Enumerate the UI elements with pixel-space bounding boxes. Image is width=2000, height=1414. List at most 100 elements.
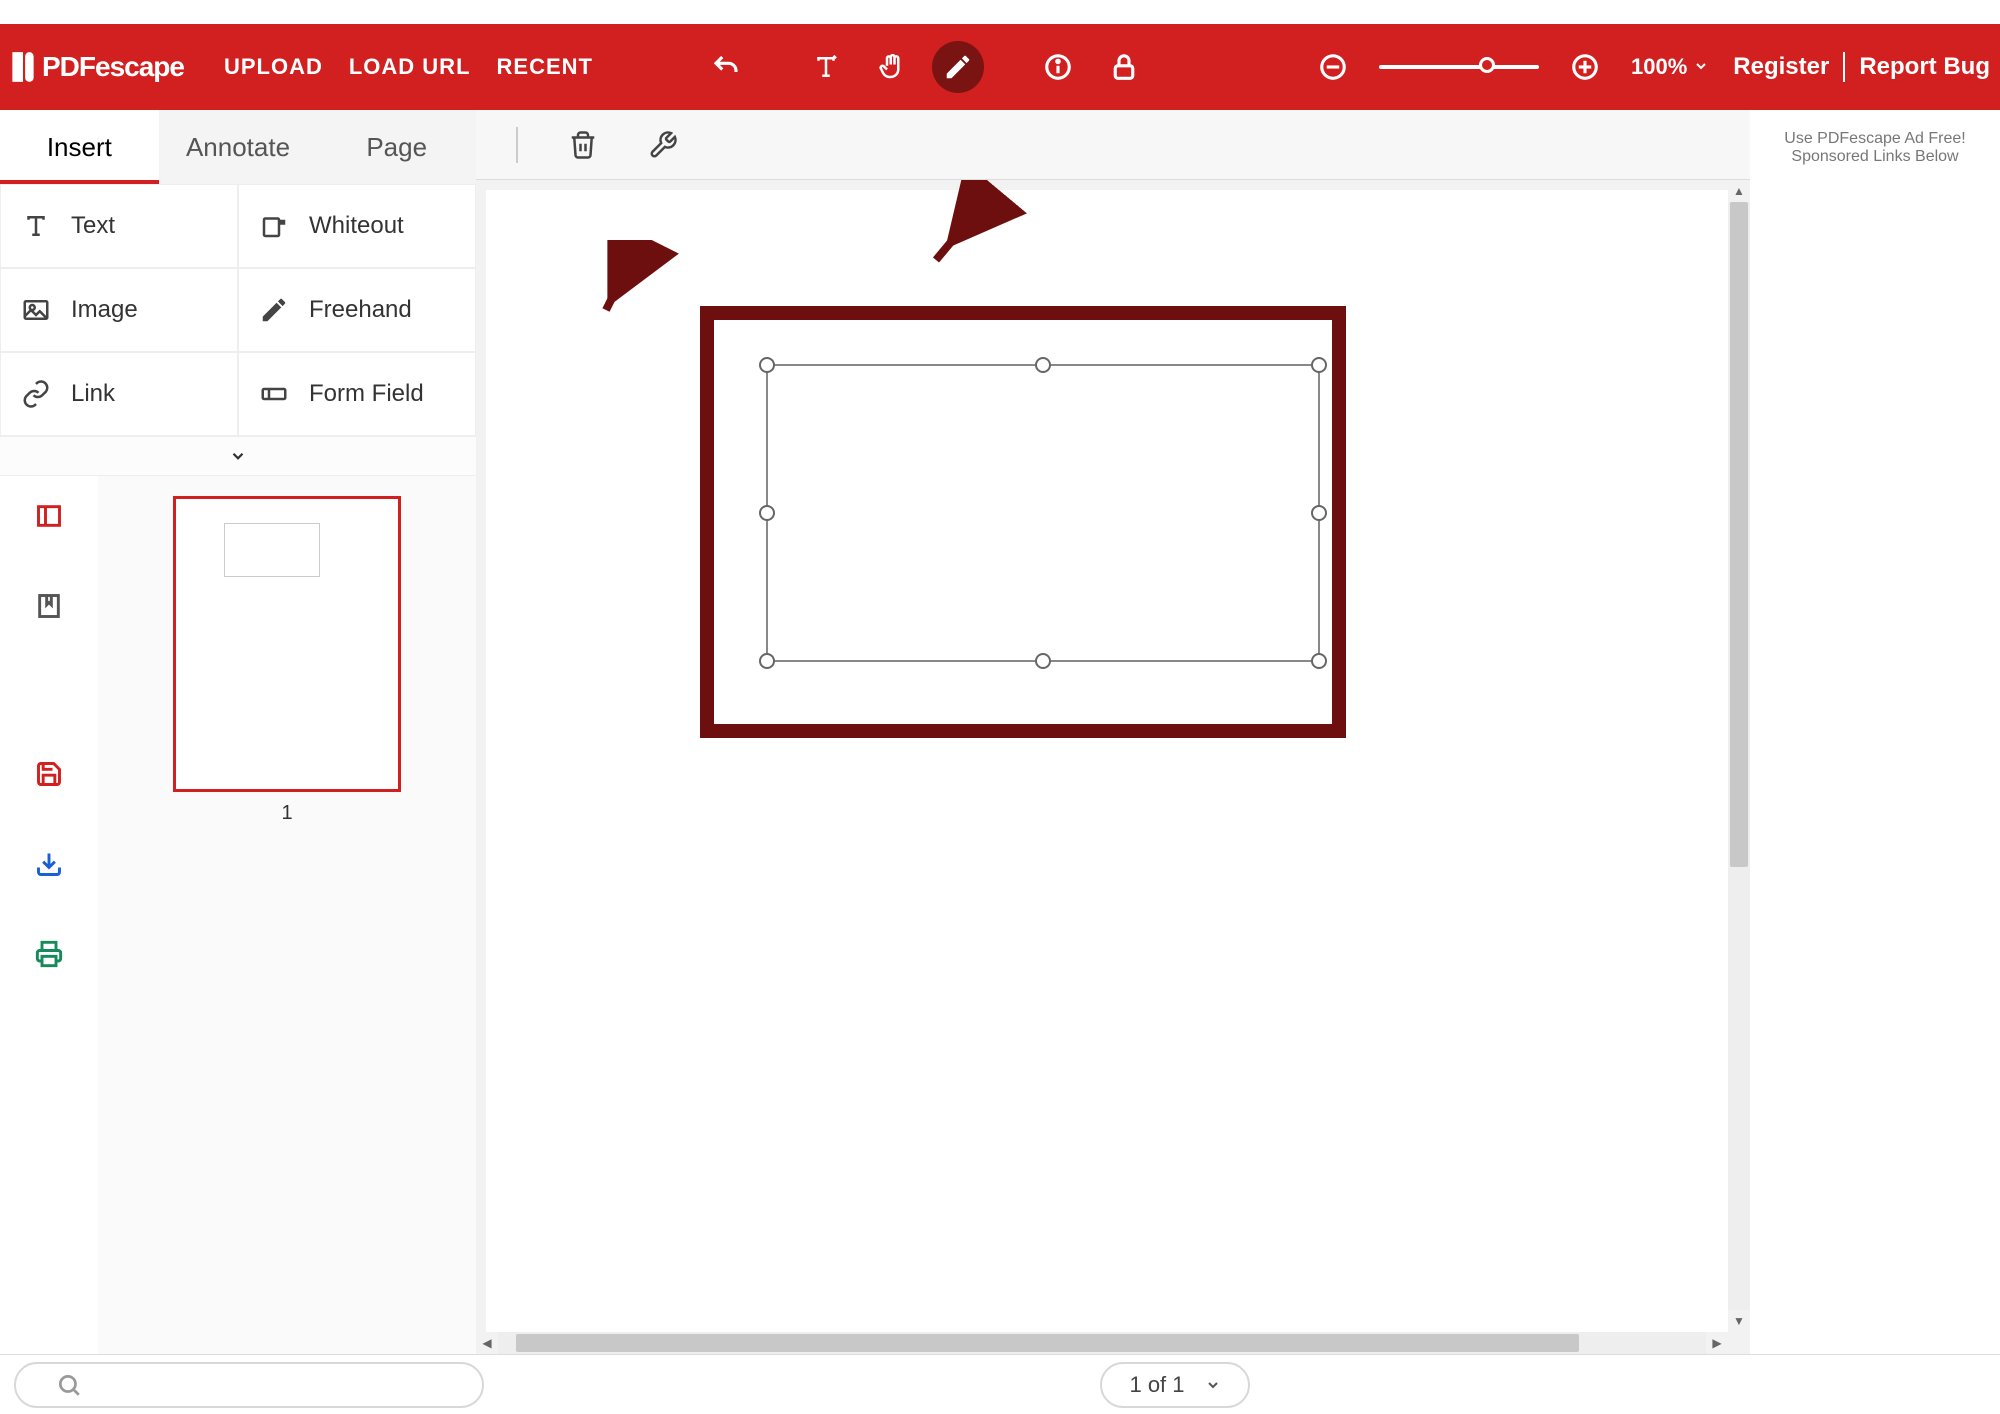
doc-scroll-area[interactable] <box>476 180 1728 1332</box>
vscroll-thumb[interactable] <box>1730 202 1748 867</box>
chevron-down-icon <box>1205 1377 1221 1393</box>
nav-buttons: UPLOAD LOAD URL RECENT <box>224 54 593 80</box>
ad-line-1: Use PDFescape Ad Free! <box>1750 130 2000 148</box>
info-button[interactable] <box>1032 41 1084 93</box>
page-selector[interactable]: 1 of 1 <box>1100 1362 1250 1408</box>
tool-text-label: Text <box>71 212 115 240</box>
link-icon <box>21 379 51 409</box>
object-toolbar <box>476 110 1750 180</box>
app-header: PDFescape UPLOAD LOAD URL RECENT <box>0 24 2000 110</box>
tool-tabs: Insert Annotate Page <box>0 110 476 184</box>
page-thumbnail-1[interactable] <box>173 496 401 792</box>
header-tools <box>700 41 1150 93</box>
tab-insert[interactable]: Insert <box>0 110 159 184</box>
tool-link[interactable]: Link <box>0 352 238 436</box>
toolbar-divider <box>516 127 518 163</box>
hand-tool-button[interactable] <box>866 41 918 93</box>
rail-thumbnails[interactable] <box>29 496 69 536</box>
zoom-out-button[interactable] <box>1307 41 1359 93</box>
resize-handle-tr[interactable] <box>1311 357 1327 373</box>
delete-object-button[interactable] <box>568 130 598 160</box>
whiteout-icon <box>259 211 289 241</box>
hscroll-track[interactable] <box>498 1332 1706 1354</box>
object-properties-button[interactable] <box>648 130 678 160</box>
resize-handle-tl[interactable] <box>759 357 775 373</box>
hscroll-thumb[interactable] <box>516 1334 1579 1352</box>
tab-page[interactable]: Page <box>317 110 476 184</box>
horizontal-scrollbar[interactable]: ◀ ▶ <box>476 1332 1728 1354</box>
rail-download[interactable] <box>29 844 69 884</box>
zoom-slider[interactable] <box>1379 65 1539 69</box>
scroll-left-button[interactable]: ◀ <box>476 1332 498 1354</box>
zoom-in-button[interactable] <box>1559 41 1611 93</box>
vscroll-track[interactable] <box>1728 202 1750 1310</box>
tool-link-label: Link <box>71 380 115 408</box>
nav-recent[interactable]: RECENT <box>497 54 593 80</box>
tool-freehand[interactable]: Freehand <box>238 268 476 352</box>
zoom-controls: 100% <box>1307 41 1709 93</box>
rail-bookmarks[interactable] <box>29 586 69 626</box>
chevron-down-icon <box>229 447 247 465</box>
freehand-icon <box>259 295 289 325</box>
tool-whiteout-label: Whiteout <box>309 212 404 240</box>
zoom-level-label: 100% <box>1631 54 1687 80</box>
logo-text: PDFescape <box>42 51 184 83</box>
tab-annotate[interactable]: Annotate <box>159 110 318 184</box>
page-indicator-label: 1 of 1 <box>1129 1372 1184 1398</box>
expand-tools-button[interactable] <box>0 436 476 476</box>
insert-tools: Text Whiteout Image Freehand Link Form F… <box>0 184 476 436</box>
ad-line-2: Sponsored Links Below <box>1750 148 2000 166</box>
resize-handle-tm[interactable] <box>1035 357 1051 373</box>
tool-text[interactable]: Text <box>0 184 238 268</box>
tool-whiteout[interactable]: Whiteout <box>238 184 476 268</box>
scroll-down-button[interactable]: ▼ <box>1728 1310 1750 1332</box>
resize-handle-mr[interactable] <box>1311 505 1327 521</box>
scroll-up-button[interactable]: ▲ <box>1728 180 1750 202</box>
search-input[interactable] <box>14 1362 484 1408</box>
resize-handle-br[interactable] <box>1311 653 1327 669</box>
form-field-icon <box>259 379 289 409</box>
tool-form-field[interactable]: Form Field <box>238 352 476 436</box>
text-tool-button[interactable] <box>800 41 852 93</box>
edit-tool-button[interactable] <box>932 41 984 93</box>
account-links: Register Report Bug <box>1733 52 1990 82</box>
nav-load-url[interactable]: LOAD URL <box>349 54 471 80</box>
text-icon <box>21 211 51 241</box>
lower-left: 1 <box>0 476 476 1354</box>
tool-image[interactable]: Image <box>0 268 238 352</box>
resize-handle-bm[interactable] <box>1035 653 1051 669</box>
footer-bar: 1 of 1 <box>0 1354 2000 1414</box>
app-logo[interactable]: PDFescape <box>10 50 184 84</box>
chevron-down-icon <box>1693 54 1709 80</box>
image-icon <box>21 295 51 325</box>
report-bug-link[interactable]: Report Bug <box>1859 53 1990 81</box>
undo-button[interactable] <box>700 41 752 93</box>
scroll-right-button[interactable]: ▶ <box>1706 1332 1728 1354</box>
separator <box>1843 52 1845 82</box>
register-link[interactable]: Register <box>1733 53 1829 81</box>
zoom-knob[interactable] <box>1479 57 1495 73</box>
search-icon <box>56 1372 82 1398</box>
nav-upload[interactable]: UPLOAD <box>224 54 323 80</box>
header-right: 100% Register Report Bug <box>1307 41 1990 93</box>
vertical-scrollbar[interactable]: ▲ ▼ <box>1728 180 1750 1332</box>
doc-viewport: ▲ ▼ <box>476 180 1750 1332</box>
tool-image-label: Image <box>71 296 138 324</box>
side-rail <box>0 476 98 1354</box>
thumbnails-pane: 1 <box>98 476 476 1354</box>
document-area: ▲ ▼ ◀ ▶ <box>476 110 1750 1354</box>
document-page[interactable] <box>486 190 1728 1332</box>
rail-save[interactable] <box>29 754 69 794</box>
zoom-level-dropdown[interactable]: 100% <box>1631 54 1709 80</box>
lock-button[interactable] <box>1098 41 1150 93</box>
thumbnail-object <box>224 523 320 577</box>
resize-handle-bl[interactable] <box>759 653 775 669</box>
tool-freehand-label: Freehand <box>309 296 412 324</box>
tool-form-field-label: Form Field <box>309 380 424 408</box>
logo-icon <box>10 50 36 84</box>
rail-print[interactable] <box>29 934 69 974</box>
resize-handle-ml[interactable] <box>759 505 775 521</box>
selected-whiteout-object[interactable] <box>766 364 1320 662</box>
ad-panel: Use PDFescape Ad Free! Sponsored Links B… <box>1750 110 2000 1354</box>
left-panel: Insert Annotate Page Text Whiteout Image… <box>0 110 476 1354</box>
